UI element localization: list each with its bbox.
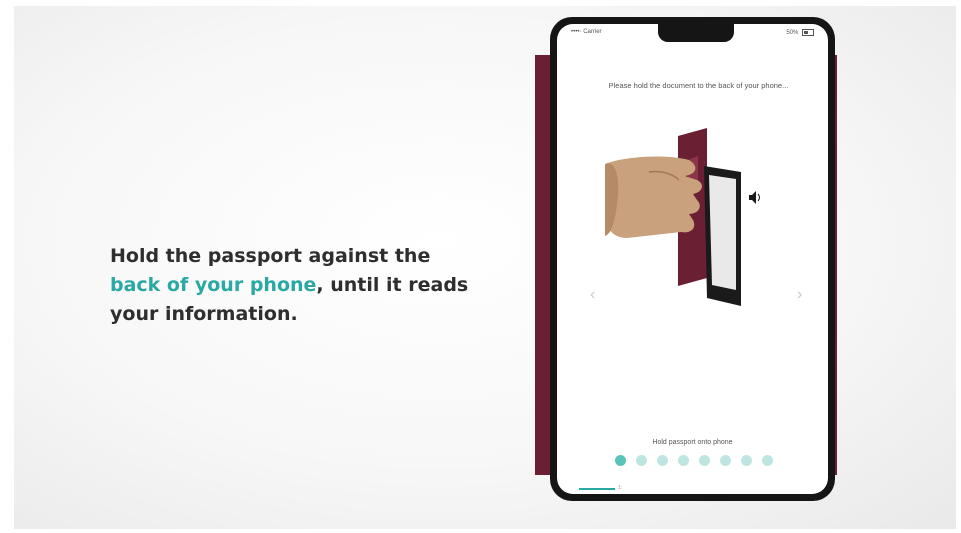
pagination-dot-6[interactable] bbox=[720, 455, 731, 466]
passport-scan-illustration bbox=[605, 128, 760, 306]
pagination-dot-8[interactable] bbox=[762, 455, 773, 466]
prev-slide-button[interactable]: ‹ bbox=[590, 286, 595, 304]
tablet-icon bbox=[704, 166, 741, 306]
pagination-dot-5[interactable] bbox=[699, 455, 710, 466]
caption-highlight: back of your phone bbox=[110, 274, 317, 296]
slide-label: Hold passport onto phone bbox=[652, 439, 733, 446]
pagination-dots[interactable] bbox=[615, 455, 773, 466]
pagination-dot-3[interactable] bbox=[657, 455, 668, 466]
caption-line-2-rest: , until it reads bbox=[316, 274, 469, 296]
pagination-dot-1[interactable] bbox=[615, 455, 626, 466]
progress-text: 1: bbox=[618, 485, 623, 491]
hand-icon bbox=[605, 156, 702, 238]
speaker-icon bbox=[749, 191, 760, 204]
phone-mockup: ••••◦ Carrier 50% Please hold the docume… bbox=[550, 17, 835, 501]
caption-line-3: your information. bbox=[110, 303, 298, 325]
caption-text: Hold the passport against the back of yo… bbox=[110, 242, 490, 329]
pagination-dot-4[interactable] bbox=[678, 455, 689, 466]
phone-screen: ••••◦ Carrier 50% Please hold the docume… bbox=[557, 24, 828, 494]
pagination-dot-7[interactable] bbox=[741, 455, 752, 466]
progress-bar bbox=[579, 488, 615, 490]
next-slide-button[interactable]: › bbox=[797, 286, 802, 304]
caption-line-1: Hold the passport against the bbox=[110, 245, 431, 267]
pagination-dot-2[interactable] bbox=[636, 455, 647, 466]
